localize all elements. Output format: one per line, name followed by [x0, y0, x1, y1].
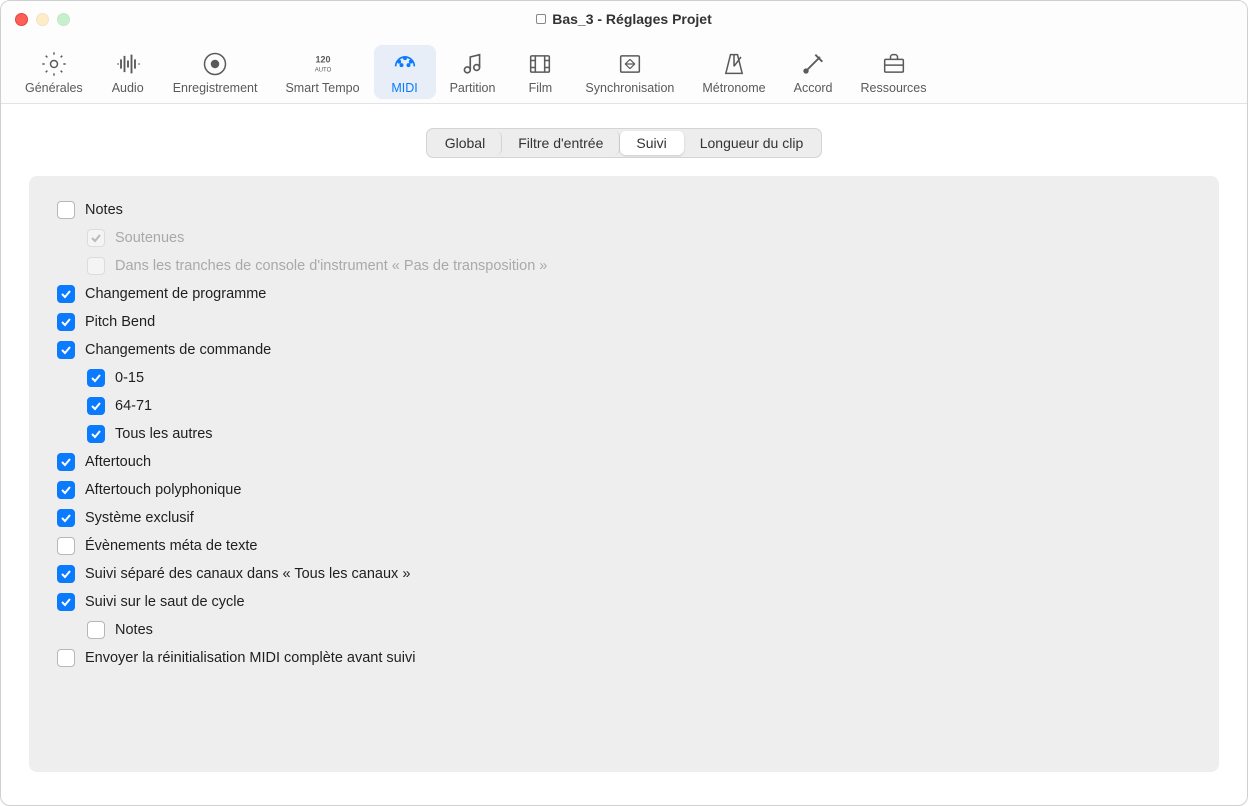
checkbox-sep-channels[interactable]	[57, 565, 75, 583]
checkbox-cycle-notes[interactable]	[87, 621, 105, 639]
checkbox-program-change[interactable]	[57, 285, 75, 303]
tab-global[interactable]: Global	[429, 131, 502, 155]
checkbox-label: Système exclusif	[85, 510, 194, 526]
checkbox-label: Notes	[115, 622, 153, 638]
tab-suivi[interactable]: Suivi	[620, 131, 683, 155]
checkbox-label: Aftertouch polyphonique	[85, 482, 241, 498]
window-controls	[15, 13, 70, 26]
checkbox-text-meta-row: Évènements méta de texte	[57, 532, 1191, 560]
checkbox-label: Tous les autres	[115, 426, 213, 442]
svg-text:AUTO: AUTO	[314, 68, 331, 74]
checkbox-aftertouch[interactable]	[57, 453, 75, 471]
toolbar-midi[interactable]: MIDI	[374, 45, 436, 99]
content-area: Global Filtre d'entrée Suivi Longueur du…	[1, 104, 1247, 805]
checkbox-label: Changements de commande	[85, 342, 271, 358]
score-icon	[455, 49, 489, 79]
film-icon	[523, 49, 557, 79]
briefcase-icon	[877, 49, 911, 79]
toolbar-synchronisation[interactable]: Synchronisation	[571, 45, 688, 99]
checkbox-no-transpose-row: Dans les tranches de console d'instrumen…	[57, 252, 1191, 280]
checkbox-label: Aftertouch	[85, 454, 151, 470]
checkbox-label: Notes	[85, 202, 123, 218]
checkbox-cc-0-15[interactable]	[87, 369, 105, 387]
toolbar-accord[interactable]: Accord	[780, 45, 847, 99]
checkbox-program-change-row: Changement de programme	[57, 280, 1191, 308]
checkbox-label: 64-71	[115, 398, 152, 414]
checkbox-poly-aftertouch-row: Aftertouch polyphonique	[57, 476, 1191, 504]
checkbox-full-reset[interactable]	[57, 649, 75, 667]
checkbox-label: Suivi séparé des canaux dans « Tous les …	[85, 566, 410, 582]
document-icon	[536, 14, 546, 24]
checkbox-cc-64-71[interactable]	[87, 397, 105, 415]
checkbox-label: 0-15	[115, 370, 144, 386]
toolbar-enregistrement[interactable]: Enregistrement	[159, 45, 272, 99]
toolbar-metronome[interactable]: Métronome	[688, 45, 779, 99]
close-button[interactable]	[15, 13, 28, 26]
checkbox-notes[interactable]	[57, 201, 75, 219]
checkbox-no-transpose	[87, 257, 105, 275]
checkbox-cc-all-others-row: Tous les autres	[57, 420, 1191, 448]
waveform-icon	[111, 49, 145, 79]
checkbox-soutenues	[87, 229, 105, 247]
toolbar-ressources[interactable]: Ressources	[847, 45, 941, 99]
checkbox-cc-all-others[interactable]	[87, 425, 105, 443]
titlebar: Bas_3 - Réglages Projet	[1, 1, 1247, 37]
checkbox-label: Soutenues	[115, 230, 184, 246]
gear-icon	[37, 49, 71, 79]
checkbox-sysex-row: Système exclusif	[57, 504, 1191, 532]
checkbox-label: Pitch Bend	[85, 314, 155, 330]
checkbox-poly-aftertouch[interactable]	[57, 481, 75, 499]
checkbox-label: Changement de programme	[85, 286, 266, 302]
checkbox-label: Dans les tranches de console d'instrumen…	[115, 258, 547, 274]
tuning-icon	[796, 49, 830, 79]
toolbar-partition[interactable]: Partition	[436, 45, 510, 99]
sub-tabs: Global Filtre d'entrée Suivi Longueur du…	[29, 128, 1219, 158]
checkbox-cycle-jump[interactable]	[57, 593, 75, 611]
checkbox-sep-channels-row: Suivi séparé des canaux dans « Tous les …	[57, 560, 1191, 588]
toolbar-smart-tempo[interactable]: 120AUTO Smart Tempo	[271, 45, 373, 99]
project-settings-window: Bas_3 - Réglages Projet Générales Audio …	[0, 0, 1248, 806]
checkbox-control-changes-row: Changements de commande	[57, 336, 1191, 364]
minimize-button[interactable]	[36, 13, 49, 26]
toolbar: Générales Audio Enregistrement 120 AUTO S…	[1, 37, 1247, 104]
tab-filtre-entree[interactable]: Filtre d'entrée	[502, 131, 620, 155]
tab-longueur-clip[interactable]: Longueur du clip	[684, 131, 820, 155]
sync-icon	[613, 49, 647, 79]
checkbox-label: Suivi sur le saut de cycle	[85, 594, 245, 610]
checkbox-text-meta[interactable]	[57, 537, 75, 555]
checkbox-cycle-notes-row: Notes	[57, 616, 1191, 644]
toolbar-film[interactable]: Film	[509, 45, 571, 99]
checkbox-pitch-bend-row: Pitch Bend	[57, 308, 1191, 336]
checkbox-control-changes[interactable]	[57, 341, 75, 359]
checkbox-notes-row: Notes	[57, 196, 1191, 224]
checkbox-soutenues-row: Soutenues	[57, 224, 1191, 252]
tempo-icon: 120 AUTO	[306, 49, 340, 79]
checkbox-cycle-jump-row: Suivi sur le saut de cycle	[57, 588, 1191, 616]
checkbox-cc-0-15-row: 0-15	[57, 364, 1191, 392]
svg-text:120: 120	[315, 55, 330, 65]
midi-icon	[388, 49, 422, 79]
checkbox-pitch-bend[interactable]	[57, 313, 75, 331]
checkbox-sysex[interactable]	[57, 509, 75, 527]
toolbar-generales[interactable]: Générales	[11, 45, 97, 99]
checkbox-full-reset-row: Envoyer la réinitialisation MIDI complèt…	[57, 644, 1191, 672]
metronome-icon	[717, 49, 751, 79]
maximize-button[interactable]	[57, 13, 70, 26]
checkbox-aftertouch-row: Aftertouch	[57, 448, 1191, 476]
toolbar-audio[interactable]: Audio	[97, 45, 159, 99]
checkbox-label: Envoyer la réinitialisation MIDI complèt…	[85, 650, 415, 666]
record-icon	[198, 49, 232, 79]
checkbox-cc-64-71-row: 64-71	[57, 392, 1191, 420]
settings-panel: Notes Soutenues Dans les tranches de con…	[29, 176, 1219, 772]
window-title: Bas_3 - Réglages Projet	[552, 11, 712, 27]
checkbox-label: Évènements méta de texte	[85, 538, 258, 554]
